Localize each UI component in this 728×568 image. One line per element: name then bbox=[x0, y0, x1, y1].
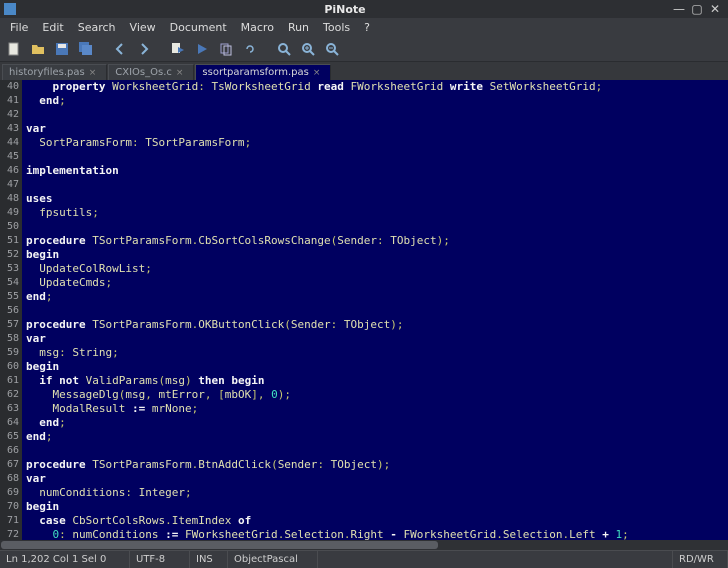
code-line[interactable]: 0: numConditions := FWorksheetGrid.Selec… bbox=[26, 528, 728, 540]
code-line[interactable]: procedure TSortParamsForm.BtnAddClick(Se… bbox=[26, 458, 728, 472]
search-icon[interactable] bbox=[274, 39, 294, 59]
run-file-icon[interactable] bbox=[168, 39, 188, 59]
line-gutter: 4041424344454647484950515253545556575859… bbox=[0, 80, 22, 540]
code-line[interactable]: msg: String; bbox=[26, 346, 728, 360]
code-line[interactable] bbox=[26, 150, 728, 164]
code-line[interactable]: fpsutils; bbox=[26, 206, 728, 220]
code-line[interactable]: end; bbox=[26, 416, 728, 430]
code-line[interactable] bbox=[26, 220, 728, 234]
menu-search[interactable]: Search bbox=[72, 20, 122, 35]
tab-ssortparamsform-pas[interactable]: ssortparamsform.pas × bbox=[195, 64, 331, 80]
toolbar bbox=[0, 36, 728, 62]
menu-help[interactable]: ? bbox=[358, 20, 376, 35]
status-language: ObjectPascal bbox=[228, 551, 318, 568]
back-icon[interactable] bbox=[110, 39, 130, 59]
menu-tools[interactable]: Tools bbox=[317, 20, 356, 35]
code-line[interactable] bbox=[26, 178, 728, 192]
status-encoding: UTF-8 bbox=[130, 551, 190, 568]
code-editor[interactable]: 4041424344454647484950515253545556575859… bbox=[0, 80, 728, 540]
code-line[interactable]: implementation bbox=[26, 164, 728, 178]
code-line[interactable]: procedure TSortParamsForm.OKButtonClick(… bbox=[26, 318, 728, 332]
status-spacer bbox=[318, 551, 673, 568]
new-file-icon[interactable] bbox=[4, 39, 24, 59]
status-insert-mode: INS bbox=[190, 551, 228, 568]
code-line[interactable]: MessageDlg(msg, mtError, [mbOK], 0); bbox=[26, 388, 728, 402]
menubar: FileEditSearchViewDocumentMacroRunTools? bbox=[0, 18, 728, 36]
titlebar: PiNote — ▢ ✕ bbox=[0, 0, 728, 18]
code-line[interactable]: numConditions: Integer; bbox=[26, 486, 728, 500]
tabbar: historyfiles.pas×CXIOs_Os.c×ssortparamsf… bbox=[0, 62, 728, 80]
code-line[interactable]: property WorksheetGrid: TsWorksheetGrid … bbox=[26, 80, 728, 94]
status-position: Ln 1,202 Col 1 Sel 0 bbox=[0, 551, 130, 568]
scrollbar-thumb[interactable] bbox=[1, 541, 438, 549]
maximize-button[interactable]: ▢ bbox=[688, 2, 706, 16]
menu-macro[interactable]: Macro bbox=[235, 20, 280, 35]
code-line[interactable]: case CbSortColsRows.ItemIndex of bbox=[26, 514, 728, 528]
code-line[interactable]: uses bbox=[26, 192, 728, 206]
open-icon[interactable] bbox=[28, 39, 48, 59]
menu-document[interactable]: Document bbox=[164, 20, 233, 35]
code-line[interactable]: end; bbox=[26, 94, 728, 108]
code-line[interactable]: UpdateCmds; bbox=[26, 276, 728, 290]
code-line[interactable]: var bbox=[26, 122, 728, 136]
code-line[interactable]: SortParamsForm: TSortParamsForm; bbox=[26, 136, 728, 150]
code-line[interactable] bbox=[26, 108, 728, 122]
code-line[interactable]: procedure TSortParamsForm.CbSortColsRows… bbox=[26, 234, 728, 248]
save-icon[interactable] bbox=[52, 39, 72, 59]
code-line[interactable]: end; bbox=[26, 430, 728, 444]
code-line[interactable]: end; bbox=[26, 290, 728, 304]
tab-label: ssortparamsform.pas bbox=[202, 67, 308, 78]
code-line[interactable]: ModalResult := mrNone; bbox=[26, 402, 728, 416]
code-line[interactable]: begin bbox=[26, 248, 728, 262]
save-all-icon[interactable] bbox=[76, 39, 96, 59]
code-line[interactable]: begin bbox=[26, 500, 728, 514]
menu-run[interactable]: Run bbox=[282, 20, 315, 35]
link-icon[interactable] bbox=[240, 39, 260, 59]
code-line[interactable]: var bbox=[26, 332, 728, 346]
menu-edit[interactable]: Edit bbox=[36, 20, 69, 35]
menu-file[interactable]: File bbox=[4, 20, 34, 35]
horizontal-scrollbar[interactable] bbox=[0, 540, 728, 550]
minimize-button[interactable]: — bbox=[670, 2, 688, 16]
play-icon[interactable] bbox=[192, 39, 212, 59]
tab-close-icon[interactable]: × bbox=[313, 68, 321, 78]
tab-close-icon[interactable]: × bbox=[89, 68, 97, 78]
zoom-in-icon[interactable] bbox=[298, 39, 318, 59]
forward-icon[interactable] bbox=[134, 39, 154, 59]
copy-icon[interactable] bbox=[216, 39, 236, 59]
tab-CXIOs_Os-c[interactable]: CXIOs_Os.c × bbox=[108, 64, 194, 80]
status-rights: RD/WR bbox=[673, 551, 728, 568]
window-title: PiNote bbox=[20, 3, 670, 16]
tab-label: historyfiles.pas bbox=[9, 67, 85, 78]
tab-close-icon[interactable]: × bbox=[176, 68, 184, 78]
code-line[interactable]: UpdateColRowList; bbox=[26, 262, 728, 276]
close-button[interactable]: ✕ bbox=[706, 2, 724, 16]
code-line[interactable] bbox=[26, 444, 728, 458]
zoom-out-icon[interactable] bbox=[322, 39, 342, 59]
statusbar: Ln 1,202 Col 1 Sel 0 UTF-8 INS ObjectPas… bbox=[0, 550, 728, 568]
code-area[interactable]: property WorksheetGrid: TsWorksheetGrid … bbox=[22, 80, 728, 540]
app-icon bbox=[4, 3, 16, 15]
code-line[interactable]: if not ValidParams(msg) then begin bbox=[26, 374, 728, 388]
tab-historyfiles-pas[interactable]: historyfiles.pas × bbox=[2, 64, 107, 80]
code-line[interactable]: var bbox=[26, 472, 728, 486]
code-line[interactable] bbox=[26, 304, 728, 318]
tab-label: CXIOs_Os.c bbox=[115, 67, 172, 78]
code-line[interactable]: begin bbox=[26, 360, 728, 374]
menu-view[interactable]: View bbox=[124, 20, 162, 35]
